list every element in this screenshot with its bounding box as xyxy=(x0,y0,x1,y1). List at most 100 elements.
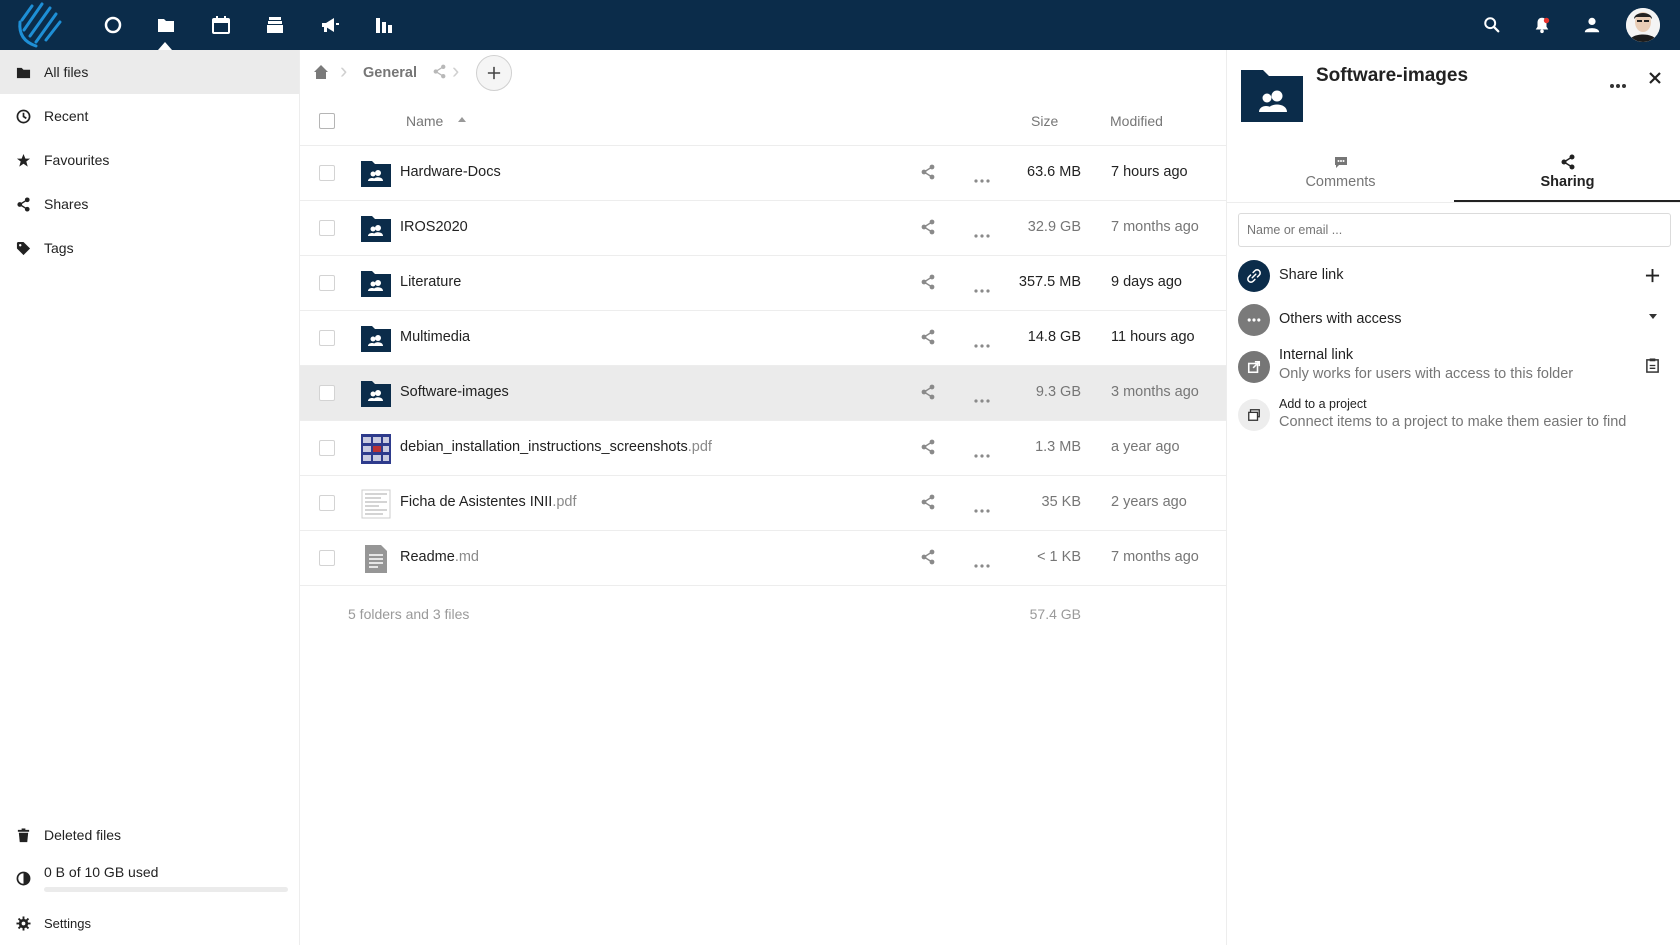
nav-item-tags[interactable]: Tags xyxy=(0,226,299,270)
home-icon[interactable] xyxy=(313,64,331,82)
add-to-project-row[interactable]: Add to a project Connect items to a proj… xyxy=(1238,397,1671,437)
column-size-header[interactable]: Size xyxy=(1031,113,1058,129)
row-checkbox[interactable] xyxy=(319,165,335,181)
files-icon[interactable] xyxy=(154,13,178,37)
file-row[interactable]: Hardware-Docs 63.6 MB 7 hours ago xyxy=(300,146,1226,201)
add-share-link-icon[interactable] xyxy=(1645,268,1661,284)
quota-progress-bar xyxy=(44,887,288,892)
share-icon[interactable] xyxy=(920,164,938,182)
file-size: 32.9 GB xyxy=(1027,219,1081,235)
nav-item-settings[interactable]: Settings xyxy=(0,901,299,945)
nav-item-favourites[interactable]: Favourites xyxy=(0,138,299,182)
nav-item-label: Tags xyxy=(44,240,74,256)
share-link-label: Share link xyxy=(1279,267,1344,283)
more-actions-icon[interactable] xyxy=(974,281,990,293)
tag-icon xyxy=(14,239,32,257)
file-size: 63.6 MB xyxy=(1027,164,1081,180)
file-row[interactable]: Software-images 9.3 GB 3 months ago xyxy=(300,366,1226,421)
quota-label: 0 B of 10 GB used xyxy=(44,864,159,880)
file-name[interactable]: Readme.md xyxy=(400,549,479,565)
clipboard-icon[interactable] xyxy=(1645,358,1661,374)
nav-item-quota: 0 B of 10 GB used xyxy=(0,852,299,904)
nav-item-deleted-files[interactable]: Deleted files xyxy=(0,813,299,857)
calendar-icon[interactable] xyxy=(209,13,233,37)
share-icon[interactable] xyxy=(920,219,938,237)
file-name[interactable]: Literature xyxy=(400,274,461,290)
file-row[interactable]: Multimedia 14.8 GB 11 hours ago xyxy=(300,311,1226,366)
more-actions-icon[interactable] xyxy=(974,446,990,458)
file-row[interactable]: IROS2020 32.9 GB 7 months ago xyxy=(300,201,1226,256)
tab-comments[interactable]: Comments xyxy=(1227,146,1454,202)
file-row[interactable]: Ficha de Asistentes INII.pdf 35 KB 2 years… xyxy=(300,476,1226,531)
more-options-icon[interactable] xyxy=(1609,76,1627,88)
contacts-icon[interactable] xyxy=(1581,14,1603,36)
nav-item-shares[interactable]: Shares xyxy=(0,182,299,226)
file-row[interactable]: Literature 357.5 MB 9 days ago xyxy=(300,256,1226,311)
shared-folder-icon xyxy=(361,379,391,407)
select-all-checkbox[interactable] xyxy=(319,113,335,129)
breadcrumb-separator: › xyxy=(340,58,348,83)
others-with-access-row[interactable]: Others with access xyxy=(1238,304,1671,336)
file-row[interactable]: debian_installation_instructions_screens… xyxy=(300,421,1226,476)
file-name[interactable]: Hardware-Docs xyxy=(400,164,501,180)
more-actions-icon[interactable] xyxy=(974,391,990,403)
pdf-screenshot-icon xyxy=(361,434,391,464)
file-name[interactable]: Multimedia xyxy=(400,329,470,345)
file-name[interactable]: Ficha de Asistentes INII.pdf xyxy=(400,494,577,510)
file-size: 35 KB xyxy=(1041,494,1082,510)
activity-icon[interactable] xyxy=(372,13,396,37)
row-checkbox[interactable] xyxy=(319,385,335,401)
share-icon[interactable] xyxy=(920,274,938,292)
nextcloud-logo[interactable] xyxy=(14,0,74,50)
star-icon xyxy=(14,151,32,169)
file-modified: 7 months ago xyxy=(1111,219,1199,235)
more-actions-icon[interactable] xyxy=(974,171,990,183)
tab-sharing[interactable]: Sharing xyxy=(1454,146,1680,202)
search-icon[interactable] xyxy=(1481,14,1503,36)
nav-item-all-files[interactable]: All files xyxy=(0,50,299,94)
more-actions-icon[interactable] xyxy=(974,556,990,568)
share-icon[interactable] xyxy=(920,384,938,402)
column-modified-header[interactable]: Modified xyxy=(1110,113,1163,129)
file-row[interactable]: Readme.md < 1 KB 7 months ago xyxy=(300,531,1226,586)
row-checkbox[interactable] xyxy=(319,220,335,236)
share-icon[interactable] xyxy=(920,329,938,347)
file-modified: 11 hours ago xyxy=(1111,329,1195,345)
file-name[interactable]: IROS2020 xyxy=(400,219,468,235)
deck-icon[interactable] xyxy=(263,13,287,37)
more-actions-icon[interactable] xyxy=(974,226,990,238)
breadcrumb-share-icon[interactable] xyxy=(432,64,448,80)
row-checkbox[interactable] xyxy=(319,330,335,346)
share-icon[interactable] xyxy=(920,549,938,567)
column-name-header[interactable]: Name xyxy=(406,113,443,129)
file-count-summary: 5 folders and 3 files xyxy=(348,606,470,622)
more-actions-icon[interactable] xyxy=(974,336,990,348)
row-checkbox[interactable] xyxy=(319,440,335,456)
file-name[interactable]: debian_installation_instructions_screens… xyxy=(400,439,712,455)
row-checkbox[interactable] xyxy=(319,275,335,291)
announcements-icon[interactable] xyxy=(318,13,342,37)
internal-link-row[interactable]: Internal link Only works for users with … xyxy=(1238,347,1671,387)
trash-icon xyxy=(14,826,32,844)
sharee-search-input[interactable] xyxy=(1238,213,1671,247)
notifications-icon[interactable] xyxy=(1531,14,1553,36)
row-checkbox[interactable] xyxy=(319,495,335,511)
file-modified: 7 months ago xyxy=(1111,549,1199,565)
more-actions-icon[interactable] xyxy=(974,501,990,513)
nav-item-label: All files xyxy=(44,64,89,80)
row-checkbox[interactable] xyxy=(319,550,335,566)
close-icon[interactable] xyxy=(1647,70,1663,86)
nav-item-recent[interactable]: Recent xyxy=(0,94,299,138)
chevron-down-icon[interactable] xyxy=(1649,314,1657,319)
file-name[interactable]: Software-images xyxy=(400,384,509,400)
share-link-row[interactable]: Share link xyxy=(1238,260,1671,292)
breadcrumb-current[interactable]: General xyxy=(363,65,417,81)
share-icon[interactable] xyxy=(920,439,938,457)
folder-icon xyxy=(14,63,32,81)
dashboard-icon[interactable] xyxy=(101,13,125,37)
new-button[interactable] xyxy=(476,55,512,91)
user-avatar[interactable] xyxy=(1626,8,1660,42)
file-modified: 7 hours ago xyxy=(1111,164,1188,180)
share-icon[interactable] xyxy=(920,494,938,512)
pie-chart-icon xyxy=(14,869,32,887)
